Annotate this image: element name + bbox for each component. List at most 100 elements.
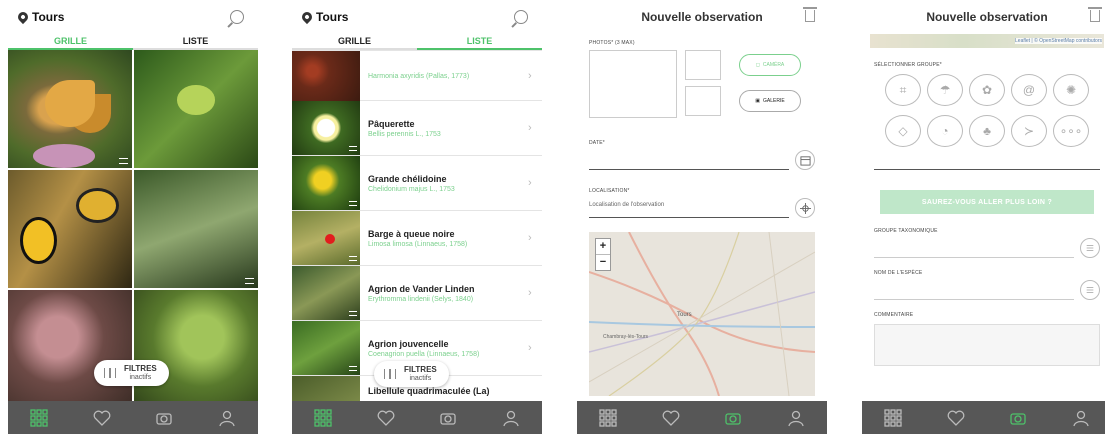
date-input[interactable] xyxy=(589,154,789,170)
heart-icon[interactable] xyxy=(91,407,113,429)
tab-liste[interactable]: LISTE xyxy=(133,34,258,50)
chevron-right-icon: › xyxy=(528,177,532,189)
gallery-button[interactable]: ▣ GALERIE xyxy=(739,90,801,112)
trash-icon[interactable] xyxy=(1088,7,1102,22)
top-bar: Nouvelle observation xyxy=(577,0,827,34)
zoom-out-button[interactable]: − xyxy=(596,254,610,270)
location-selector[interactable]: Tours xyxy=(299,9,348,25)
user-icon[interactable] xyxy=(216,407,238,429)
tab-liste[interactable]: LISTE xyxy=(417,34,542,50)
fish-icon[interactable]: ≻ xyxy=(1011,115,1047,147)
calendar-icon[interactable] xyxy=(795,150,815,170)
grid-item[interactable] xyxy=(134,50,258,168)
photo-slot[interactable] xyxy=(589,50,677,118)
list-item[interactable]: Grande chélidoine Chelidonium majus L., 1… xyxy=(292,156,542,211)
cat-icon[interactable]: ◇ xyxy=(885,115,921,147)
user-icon[interactable] xyxy=(1070,407,1092,429)
list-item[interactable]: Pâquerette Bellis perennis L., 1753 › xyxy=(292,101,542,156)
trash-icon[interactable] xyxy=(803,7,817,22)
filter-icon xyxy=(104,368,116,378)
filter-icon xyxy=(384,369,396,379)
filters-status: inactifs xyxy=(409,375,432,382)
user-icon[interactable] xyxy=(785,407,807,429)
user-icon[interactable] xyxy=(500,407,522,429)
species-scientific-name: Coenagrion puella (Linnaeus, 1758) xyxy=(368,350,480,358)
top-bar: Tours xyxy=(292,0,542,34)
location-field[interactable]: Localisation de l'observation xyxy=(589,198,815,218)
comment-label: COMMENTAIRE xyxy=(874,312,914,318)
taxon-input[interactable] xyxy=(874,242,1074,258)
bottom-nav xyxy=(862,401,1105,434)
flower-icon[interactable]: ✿ xyxy=(969,74,1005,106)
species-scientific-name: Limosa limosa (Linnaeus, 1758) xyxy=(368,240,468,248)
top-bar: Nouvelle observation xyxy=(862,0,1105,34)
search-icon[interactable] xyxy=(230,10,244,24)
grasshopper-icon[interactable]: ⌗ xyxy=(885,74,921,106)
more-details-button[interactable]: SAUREZ-VOUS ALLER PLUS LOIN ? xyxy=(880,190,1094,214)
location-selector[interactable]: Tours xyxy=(15,9,65,25)
heart-icon[interactable] xyxy=(660,407,682,429)
location-map[interactable]: + − Tours Chambray-lès-Tours xyxy=(589,232,815,396)
species-scientific-name: Harmonia axyridis (Pallas, 1773) xyxy=(368,73,470,80)
grid-icon[interactable] xyxy=(28,407,50,429)
camera-icon[interactable] xyxy=(722,407,744,429)
comment-textarea[interactable] xyxy=(874,324,1100,366)
plant-icon[interactable]: ♣ xyxy=(969,115,1005,147)
list-item[interactable]: Barge à queue noire Limosa limosa (Linnae… xyxy=(292,211,542,266)
snail-icon[interactable]: @ xyxy=(1011,74,1047,106)
species-name: Agrion de Vander Linden xyxy=(368,283,475,294)
species-thumbnail xyxy=(292,211,360,265)
heart-icon[interactable] xyxy=(375,407,397,429)
grid-item[interactable] xyxy=(8,50,132,168)
optional-fields: GROUPE TAXONOMIQUE NOM DE L'ESPÈCE COMME… xyxy=(862,214,1105,372)
tab-grille[interactable]: GRILLE xyxy=(292,34,417,50)
observation-form: SÉLECTIONNER GROUPE* ⌗ ☂ ✿ @ ✺ ◇ ◔ ♣ ≻ ∘… xyxy=(862,48,1105,176)
map-preview[interactable]: Leaflet | © OpenStreetMap contributors xyxy=(870,34,1104,48)
bird-icon[interactable]: ◔ xyxy=(927,115,963,147)
camera-icon[interactable] xyxy=(437,407,459,429)
species-name: Agrion jouvencelle xyxy=(368,338,449,349)
crosshair-icon[interactable] xyxy=(795,198,815,218)
grid-icon[interactable] xyxy=(597,407,619,429)
heart-icon[interactable] xyxy=(945,407,967,429)
list-item[interactable]: Agrion de Vander Linden Erythromma linden… xyxy=(292,266,542,321)
list-item[interactable]: Harmonia axyridis (Pallas, 1773) › xyxy=(292,50,542,101)
grid-item[interactable] xyxy=(134,170,258,288)
photo-slot[interactable] xyxy=(685,86,721,116)
species-name: Libellule quadrimaculée (La) xyxy=(368,385,490,396)
grid-icon[interactable] xyxy=(882,407,904,429)
grid-item[interactable] xyxy=(134,290,258,408)
list-icon[interactable] xyxy=(1080,238,1100,258)
filters-button[interactable]: FILTRES inactifs xyxy=(94,360,169,386)
photo-grid xyxy=(8,50,258,408)
species-input[interactable] xyxy=(874,284,1074,300)
groups-label: SÉLECTIONNER GROUPE* xyxy=(874,62,942,68)
view-tabs: GRILLE LISTE xyxy=(292,34,542,50)
location-name: Tours xyxy=(32,10,65,24)
screen-grid: Tours GRILLE LISTE FILTRES inactifs xyxy=(8,0,258,434)
bug-icon[interactable]: ✺ xyxy=(1053,74,1089,106)
species-field[interactable] xyxy=(874,280,1100,300)
grid-item[interactable] xyxy=(8,170,132,288)
taxon-field[interactable] xyxy=(874,238,1100,258)
grid-item[interactable] xyxy=(8,290,132,408)
date-field[interactable] xyxy=(589,150,815,170)
search-icon[interactable] xyxy=(514,10,528,24)
tab-grille[interactable]: GRILLE xyxy=(8,34,133,50)
camera-icon[interactable] xyxy=(1007,407,1029,429)
zoom-in-button[interactable]: + xyxy=(596,239,610,254)
chevron-right-icon: › xyxy=(528,122,532,134)
more-icon[interactable]: ∘∘∘ xyxy=(1053,115,1089,147)
map-label: Tours xyxy=(677,312,692,318)
list-icon[interactable] xyxy=(1080,280,1100,300)
camera-icon[interactable] xyxy=(153,407,175,429)
grid-icon[interactable] xyxy=(312,407,334,429)
camera-button[interactable]: ◻ CAMÉRA xyxy=(739,54,801,76)
location-input[interactable]: Localisation de l'observation xyxy=(589,202,789,218)
photo-slot[interactable] xyxy=(685,50,721,80)
page-title: Nouvelle observation xyxy=(641,10,763,24)
taxon-label: GROUPE TAXONOMIQUE xyxy=(874,228,938,234)
filters-button[interactable]: FILTRES inactifs xyxy=(374,361,449,387)
mushroom-icon[interactable]: ☂ xyxy=(927,74,963,106)
details-icon xyxy=(245,278,254,284)
